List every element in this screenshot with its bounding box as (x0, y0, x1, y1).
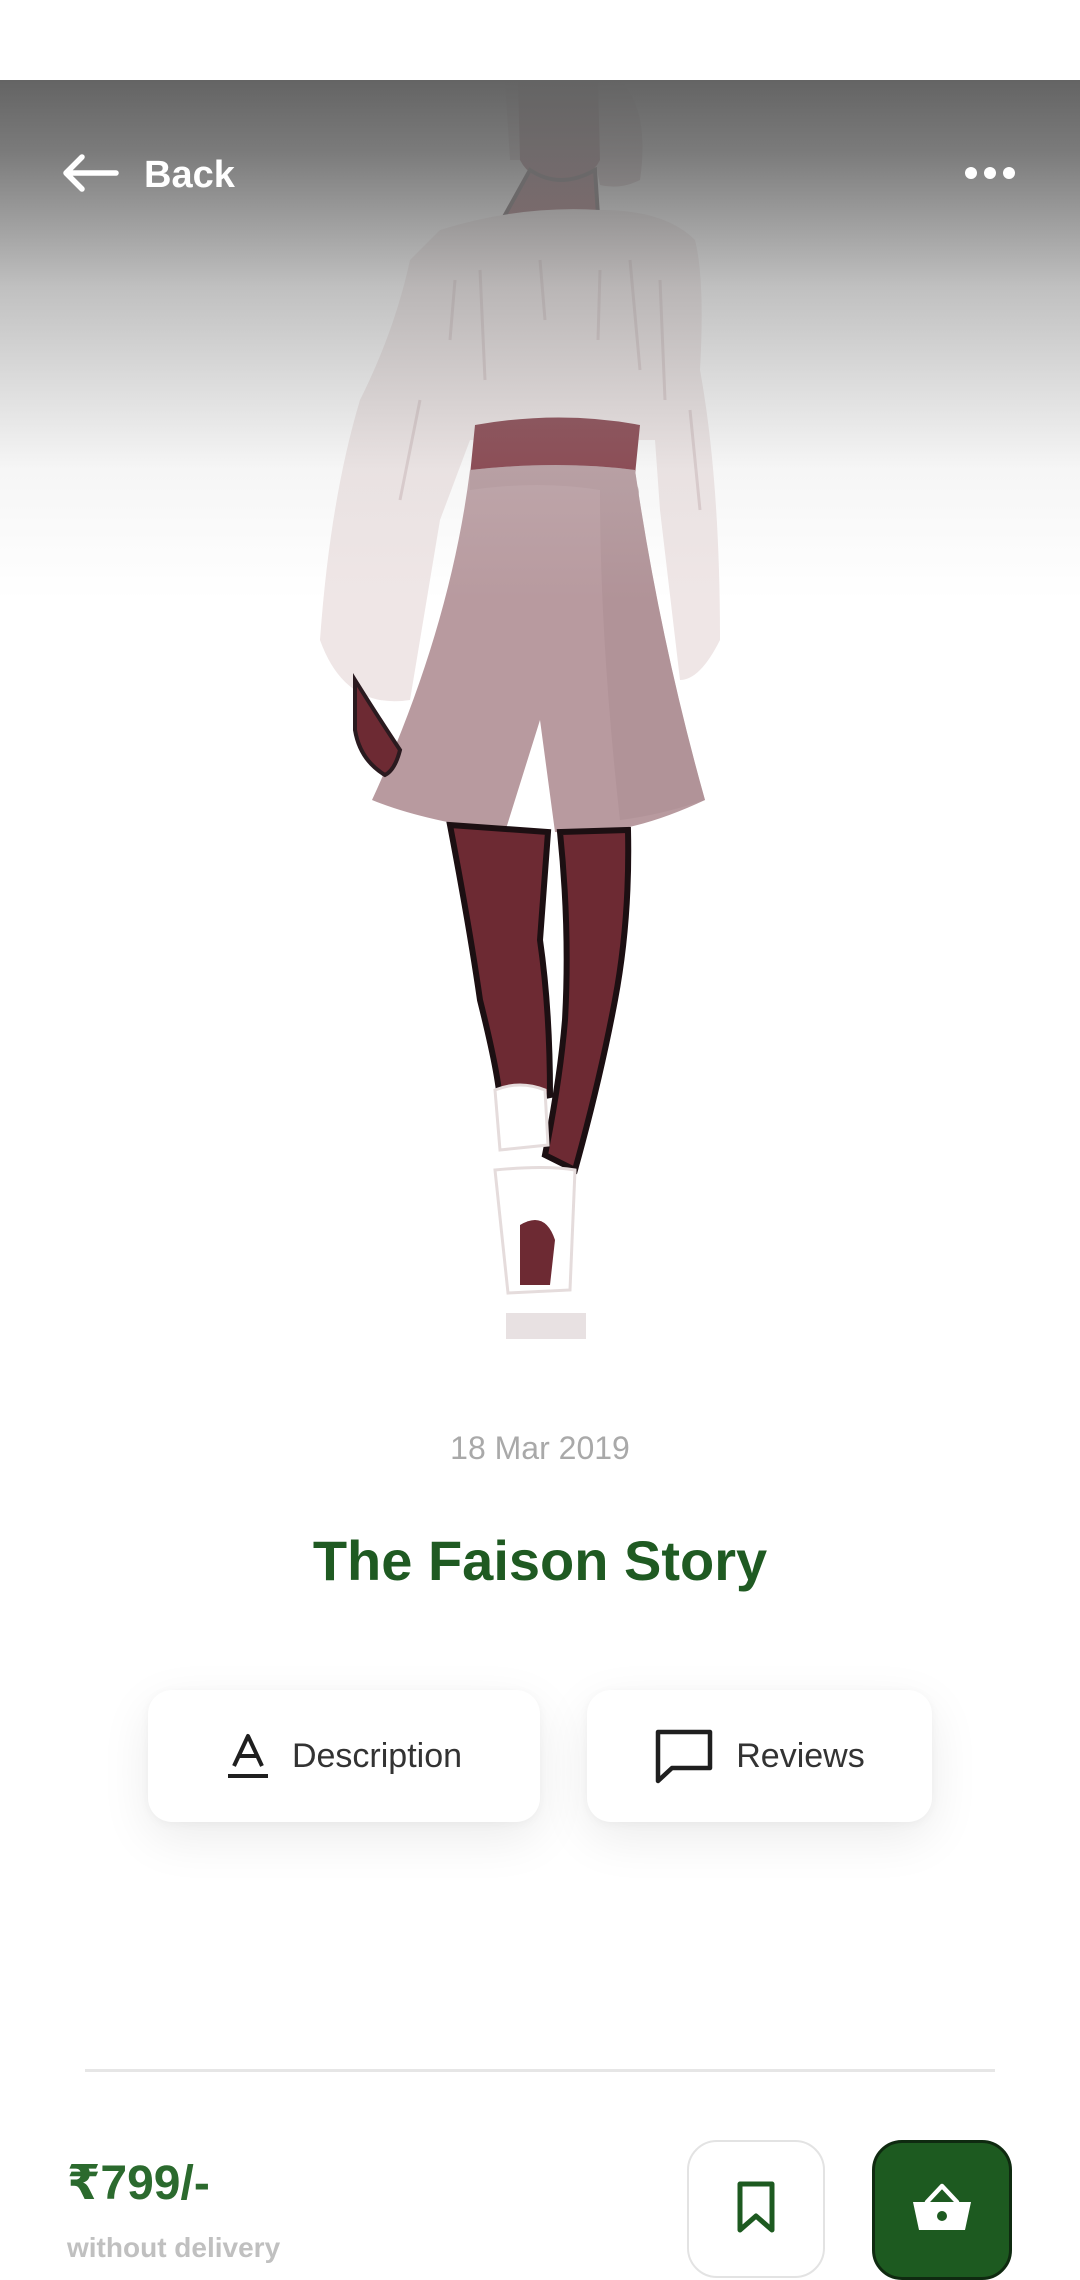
description-tab-label: Description (291, 1736, 463, 1775)
product-title: The Faison Story (312, 1529, 768, 1592)
fashion-figure-illustration (320, 80, 720, 1339)
message-square-icon (654, 1728, 714, 1784)
add-to-cart-button[interactable] (872, 2140, 1012, 2280)
price-note: without delivery (67, 2232, 281, 2263)
bookmark-icon (736, 2180, 776, 2239)
publish-date: 18 Mar 2019 (450, 1430, 630, 1466)
text-format-icon (226, 1732, 270, 1780)
product-hero-image (0, 80, 1080, 1380)
reviews-tab-label: Reviews (736, 1736, 865, 1775)
back-button[interactable]: Back (60, 140, 235, 210)
basket-icon (911, 2182, 973, 2239)
more-options-button[interactable] (958, 150, 1022, 200)
back-label: Back (144, 153, 235, 196)
status-bar (0, 0, 1080, 80)
more-horizontal-icon (964, 166, 1016, 185)
product-price: ₹799/- (67, 2157, 210, 2210)
arrow-left-icon (60, 153, 120, 198)
bookmark-button[interactable] (687, 2140, 825, 2278)
reviews-tab[interactable]: Reviews (587, 1690, 932, 1822)
description-tab[interactable]: Description (148, 1690, 540, 1822)
footer-divider (85, 2069, 995, 2072)
